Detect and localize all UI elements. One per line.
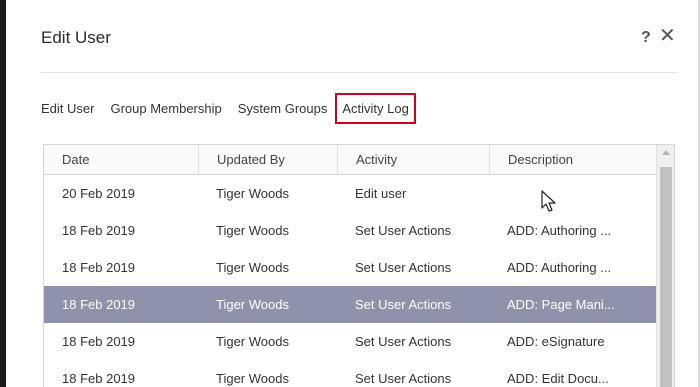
grid-header-row: Date Updated By Activity Description [44,145,674,175]
tab-activity-log[interactable]: Activity Log [335,92,416,124]
table-row[interactable]: 18 Feb 2019 Tiger Woods Set User Actions… [44,360,674,387]
activity-log-grid: Date Updated By Activity Description 20 … [43,144,675,387]
cell-date: 18 Feb 2019 [62,223,136,238]
vertical-scrollbar[interactable] [656,145,674,387]
close-icon[interactable]: ✕ [659,26,676,46]
cell-activity: Set User Actions [355,334,452,349]
table-row-selected[interactable]: 18 Feb 2019 Tiger Woods Set User Actions… [44,286,674,323]
cell-description [489,175,657,212]
cell-date: 18 Feb 2019 [62,371,136,386]
cell-activity: Set User Actions [355,260,452,275]
cell-updated-by: Tiger Woods [216,186,289,201]
cell-date: 18 Feb 2019 [62,260,136,275]
cell-description: ADD: Page Mani... [507,297,615,312]
title-divider [41,72,678,73]
cell-activity: Set User Actions [355,297,452,312]
cell-updated-by: Tiger Woods [216,260,289,275]
table-row[interactable]: 18 Feb 2019 Tiger Woods Set User Actions… [44,323,674,360]
edit-user-dialog: Edit User ? ✕ Edit User Group Membership… [6,0,698,387]
cell-description: ADD: Authoring ... [507,223,612,238]
cell-description: ADD: Authoring ... [507,260,612,275]
mouse-cursor-icon [541,190,556,212]
tab-system-groups[interactable]: System Groups [238,101,328,116]
tab-edit-user[interactable]: Edit User [41,101,94,116]
table-row[interactable]: 18 Feb 2019 Tiger Woods Set User Actions… [44,249,674,286]
cell-updated-by: Tiger Woods [216,297,289,312]
column-header-description[interactable]: Description [489,145,657,174]
cell-description: ADD: eSignature [507,334,605,349]
column-header-activity[interactable]: Activity [337,145,489,174]
cell-activity: Set User Actions [355,223,452,238]
cell-description: ADD: Edit Docu... [507,371,609,386]
cell-date: 18 Feb 2019 [62,297,136,312]
column-header-date[interactable]: Date [44,145,198,174]
cell-updated-by: Tiger Woods [216,223,289,238]
column-header-updated-by[interactable]: Updated By [198,145,337,174]
dialog-title: Edit User [41,28,111,47]
cell-date: 18 Feb 2019 [62,334,136,349]
cell-activity: Set User Actions [355,371,452,386]
table-row[interactable]: 20 Feb 2019 Tiger Woods Edit user [44,175,674,212]
cell-activity: Edit user [355,186,407,201]
cell-updated-by: Tiger Woods [216,334,289,349]
cell-date: 20 Feb 2019 [62,186,136,201]
help-icon[interactable]: ? [641,29,651,47]
scroll-up-icon[interactable] [662,150,670,155]
table-row[interactable]: 18 Feb 2019 Tiger Woods Set User Actions… [44,212,674,249]
tab-group-membership[interactable]: Group Membership [110,101,221,116]
scrollbar-thumb[interactable] [660,167,672,387]
tab-bar: Edit User Group Membership System Groups… [41,92,416,124]
cell-updated-by: Tiger Woods [216,371,289,386]
